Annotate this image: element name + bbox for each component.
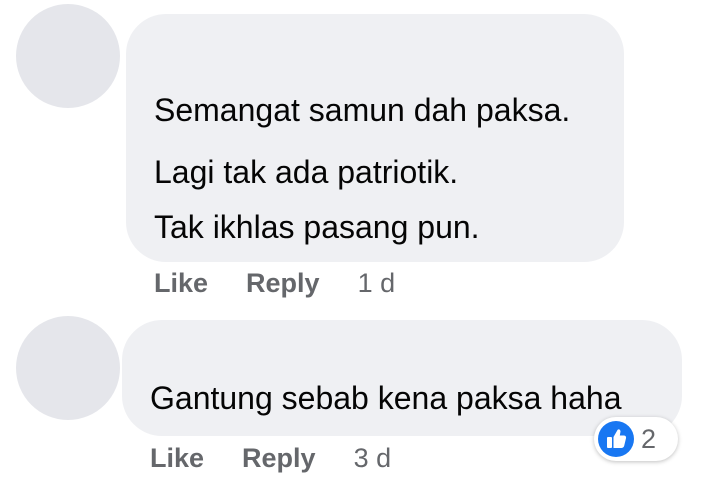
reply-button[interactable]: Reply [246,268,320,299]
comment-actions: Like Reply 1 d [154,268,395,299]
comment-text-line: Semangat samun dah paksa. [154,92,571,128]
comment-bubble: Gantung sebab kena paksa haha [122,320,682,436]
like-button[interactable]: Like [150,443,204,474]
like-button[interactable]: Like [154,268,208,299]
comment-text-line: Tak ikhlas pasang pun. [154,209,480,245]
reaction-badge[interactable]: 2 [594,417,678,461]
comment-bubble: Semangat samun dah paksa. Lagi tak ada p… [126,14,624,262]
comment-actions: Like Reply 3 d [150,443,391,474]
comment-timestamp[interactable]: 1 d [358,268,396,299]
reaction-count: 2 [641,423,657,454]
reply-button[interactable]: Reply [242,443,316,474]
comment-text-line: Gantung sebab kena paksa haha [150,380,622,416]
like-reaction-icon [598,421,634,457]
avatar[interactable] [16,4,120,108]
avatar[interactable] [16,316,120,420]
comment-timestamp[interactable]: 3 d [354,443,392,474]
comment-text-line: Lagi tak ada patriotik. [154,154,459,190]
